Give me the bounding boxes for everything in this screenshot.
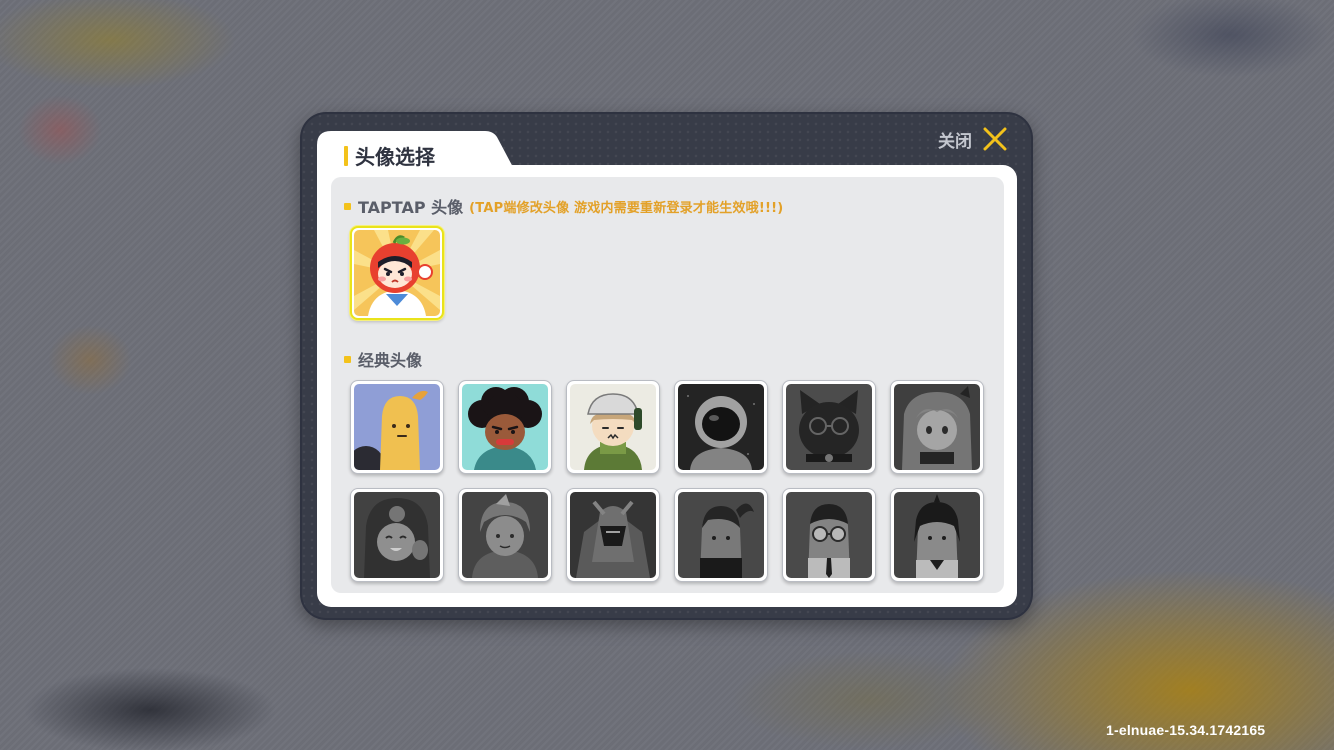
taptap-section-title: TAPTAP 头像 bbox=[358, 198, 464, 217]
avatar-banana[interactable] bbox=[350, 380, 444, 474]
taptap-section-note: (TAP端修改头像 游戏内需要重新登录才能生效哦!!!) bbox=[469, 200, 784, 216]
avatar-green-hat-girl[interactable] bbox=[566, 380, 660, 474]
avatar-afro-man[interactable] bbox=[458, 380, 552, 474]
avatar-apple-girl[interactable] bbox=[350, 226, 444, 320]
classic-section-header: 经典头像 bbox=[344, 347, 422, 371]
cat-glasses-avatar-icon bbox=[786, 384, 872, 470]
astronaut-avatar-icon bbox=[678, 384, 764, 470]
avatar-hooded-boy-locked[interactable] bbox=[350, 488, 444, 582]
classic-section-title: 经典头像 bbox=[358, 351, 423, 370]
apple-girl-avatar-icon bbox=[354, 230, 440, 316]
avatar-anime-girl-locked[interactable] bbox=[890, 380, 984, 474]
afro-man-avatar-icon bbox=[462, 384, 548, 470]
close-label: 关闭 bbox=[938, 131, 972, 152]
avatar-astronaut-locked[interactable] bbox=[674, 380, 768, 474]
avatar-robot-knight-locked[interactable] bbox=[566, 488, 660, 582]
banana-avatar-icon bbox=[354, 384, 440, 470]
avatar-glasses-man-locked[interactable] bbox=[782, 488, 876, 582]
section-bullet bbox=[344, 355, 351, 363]
glasses-man-avatar-icon bbox=[786, 492, 872, 578]
section-bullet bbox=[344, 202, 351, 210]
taptap-section-header: TAPTAP 头像 (TAP端修改头像 游戏内需要重新登录才能生效哦!!!) bbox=[344, 194, 783, 218]
anime-girl-avatar-icon bbox=[894, 384, 980, 470]
title-accent-bar bbox=[344, 146, 348, 166]
robot-knight-avatar-icon bbox=[570, 492, 656, 578]
close-icon[interactable] bbox=[982, 126, 1008, 152]
warrior-avatar-icon bbox=[462, 492, 548, 578]
avatar-cat-glasses-locked[interactable] bbox=[782, 380, 876, 474]
avatar-warrior-locked[interactable] bbox=[458, 488, 552, 582]
avatar-ponytail-girl-locked[interactable] bbox=[674, 488, 768, 582]
dialog-title-tab: 头像选择 bbox=[317, 131, 515, 171]
green-hat-girl-avatar-icon bbox=[570, 384, 656, 470]
avatar-bob-hair-girl-locked[interactable] bbox=[890, 488, 984, 582]
dialog-title: 头像选择 bbox=[355, 145, 435, 169]
ponytail-girl-avatar-icon bbox=[678, 492, 764, 578]
bob-hair-girl-avatar-icon bbox=[894, 492, 980, 578]
hooded-boy-avatar-icon bbox=[354, 492, 440, 578]
version-label: 1-elnuae-15.34.1742165 bbox=[1106, 722, 1266, 738]
close-button[interactable]: 关闭 bbox=[938, 126, 1008, 152]
